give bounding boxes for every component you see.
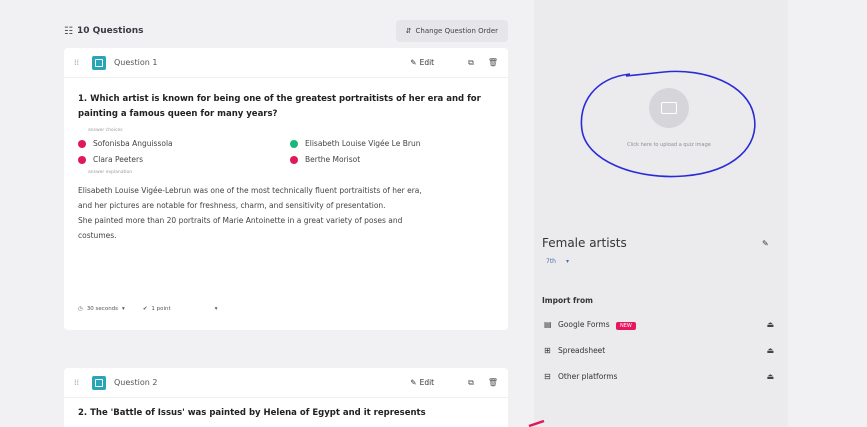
question-list: ☷ 10 Questions ⇵ Change Question Order ⁞… xyxy=(60,0,512,427)
import-title: Import from xyxy=(542,296,593,305)
grid-icon: ⊟ xyxy=(544,372,551,381)
question-header: ⁞⁞ Question 1 ✎ Edit ⧉ 🗑 xyxy=(64,48,508,78)
spreadsheet-icon: ⊞ xyxy=(544,346,551,355)
drag-handle-icon[interactable]: ⁞⁞ xyxy=(74,58,92,67)
quiz-title[interactable]: Female artists xyxy=(542,236,627,250)
change-order-button[interactable]: ⇵ Change Question Order xyxy=(395,20,508,42)
google-forms-icon: ▤ xyxy=(544,320,552,329)
question-text: 2. The 'Battle of Issus' was painted by … xyxy=(78,408,426,418)
pencil-icon: ✎ xyxy=(410,378,417,387)
check-circle-icon: ✔ xyxy=(142,306,148,312)
trash-icon[interactable]: 🗑 xyxy=(488,58,498,67)
annotation-mark xyxy=(528,420,545,427)
answer-explanation: Elisabeth Louise Vigée-Lebrun was one of… xyxy=(64,175,508,243)
pencil-icon: ✎ xyxy=(410,58,417,67)
incorrect-dot-icon xyxy=(290,155,298,164)
question-count-label: 10 Questions xyxy=(76,26,144,36)
question-card: ⁞⁞ Question 1 ✎ Edit ⧉ 🗑 1. Which artist… xyxy=(64,48,508,330)
incorrect-dot-icon xyxy=(78,139,86,148)
question-card: ⁞⁞ Question 2 ✎ Edit ⧉ 🗑 2. The 'Battle … xyxy=(64,368,508,427)
annotation-circle xyxy=(580,70,756,178)
explanation-line: costumes. xyxy=(78,231,117,240)
answer-choice: Sofonisba Anguissola xyxy=(78,139,290,148)
upload-icon: ⏏ xyxy=(766,320,774,329)
quiz-sidebar: Click here to upload a quiz image Female… xyxy=(534,0,788,427)
answer-choices: Sofonisba Anguissola Elisabeth Louise Vi… xyxy=(64,133,508,164)
import-other-platforms[interactable]: ⊟ Other platforms ⏏ xyxy=(544,372,774,381)
edit-button[interactable]: ✎ Edit xyxy=(410,58,434,67)
question-footer: ◷ 30 seconds ▾ ✔ 1 point ▾ xyxy=(78,306,217,312)
points-value: 1 point xyxy=(151,306,171,312)
question-text: 1. Which artist is known for being one o… xyxy=(78,94,481,119)
question-label: Question 2 xyxy=(114,378,158,387)
trash-icon[interactable]: 🗑 xyxy=(488,378,498,387)
import-label: Spreadsheet xyxy=(558,346,606,355)
time-value: 30 seconds xyxy=(86,306,119,312)
edit-button[interactable]: ✎ Edit xyxy=(410,378,434,387)
drag-handle-icon[interactable]: ⁞⁞ xyxy=(74,378,92,387)
clock-icon: ◷ xyxy=(78,306,83,312)
duplicate-icon[interactable]: ⧉ xyxy=(468,58,474,68)
question-count: ☷ 10 Questions xyxy=(64,26,143,37)
answer-choice: Elisabeth Louise Vigée Le Brun xyxy=(290,139,490,148)
incorrect-dot-icon xyxy=(78,155,86,164)
correct-dot-icon xyxy=(290,139,298,148)
explanation-line: Elisabeth Louise Vigée-Lebrun was one of… xyxy=(78,186,422,195)
explanation-line: and her pictures are notable for freshne… xyxy=(78,201,386,210)
pencil-icon[interactable]: ✎ xyxy=(762,239,769,248)
grade-dropdown[interactable]: 7th ▾ xyxy=(546,258,569,265)
reorder-icon: ⇵ xyxy=(405,27,412,35)
choice-text: Sofonisba Anguissola xyxy=(93,139,173,148)
import-label: Other platforms xyxy=(558,372,618,381)
import-label: Google Forms NEW xyxy=(558,320,766,330)
duplicate-icon[interactable]: ⧉ xyxy=(468,378,474,388)
upload-icon: ⏏ xyxy=(766,346,774,355)
question-header: ⁞⁞ Question 2 ✎ Edit ⧉ 🗑 xyxy=(64,368,508,398)
question-label: Question 1 xyxy=(114,58,158,67)
chevron-down-icon: ▾ xyxy=(122,306,125,312)
answer-choice: Berthe Morisot xyxy=(290,155,490,164)
question-type-icon xyxy=(92,55,106,70)
edit-label: Edit xyxy=(419,378,435,387)
time-dropdown[interactable]: ◷ 30 seconds ▾ xyxy=(78,306,125,312)
chevron-down-icon: ▾ xyxy=(565,258,569,265)
choice-text: Clara Peeters xyxy=(93,155,144,164)
chevron-down-icon: ▾ xyxy=(214,306,218,312)
edit-label: Edit xyxy=(419,58,435,67)
new-badge: NEW xyxy=(616,322,636,330)
upload-icon: ⏏ xyxy=(766,372,774,381)
import-spreadsheet[interactable]: ⊞ Spreadsheet ⏏ xyxy=(544,346,774,355)
choice-text: Berthe Morisot xyxy=(305,155,361,164)
list-icon: ☷ xyxy=(64,25,73,37)
question-type-icon xyxy=(92,375,106,390)
question-list-header: ☷ 10 Questions ⇵ Change Question Order xyxy=(60,16,512,46)
choice-text: Elisabeth Louise Vigée Le Brun xyxy=(305,139,421,148)
grade-value: 7th xyxy=(546,258,556,265)
import-google-forms[interactable]: ▤ Google Forms NEW ⏏ xyxy=(544,320,774,330)
explanation-line: She painted more than 20 portraits of Ma… xyxy=(78,216,403,225)
answer-choice: Clara Peeters xyxy=(78,155,290,164)
change-order-label: Change Question Order xyxy=(415,27,498,35)
points-dropdown[interactable]: ✔ 1 point ▾ xyxy=(143,306,218,312)
import-label-text: Google Forms xyxy=(558,320,610,329)
